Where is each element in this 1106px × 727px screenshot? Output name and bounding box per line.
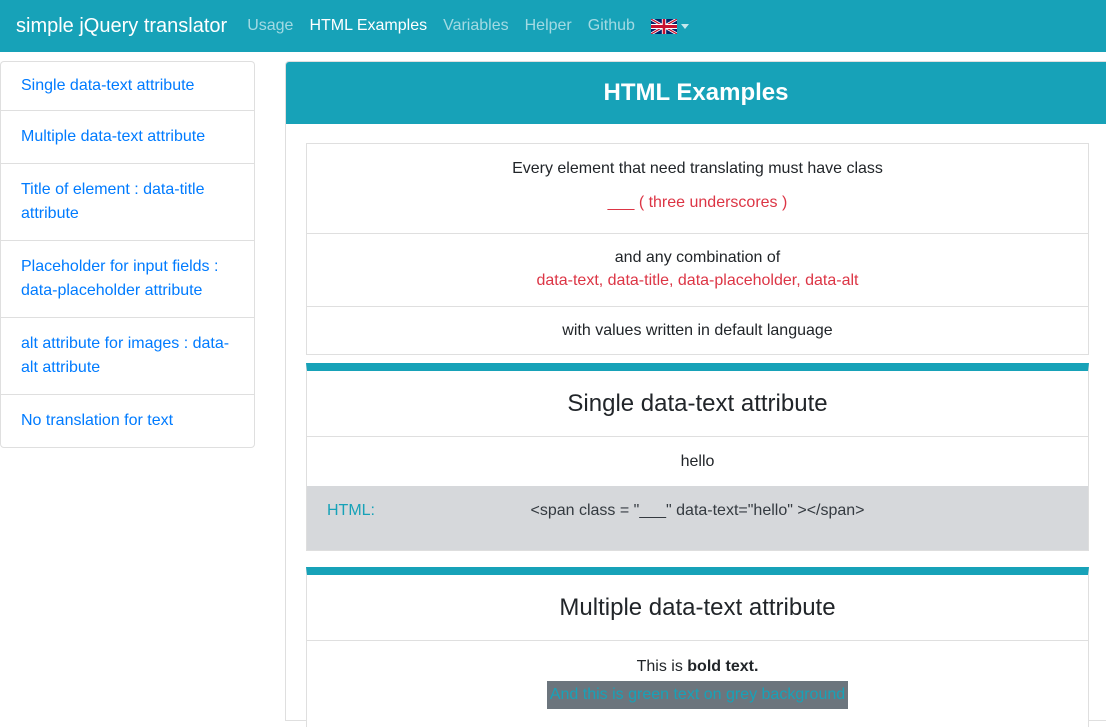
navbar-brand[interactable]: simple jQuery translator [16, 15, 227, 38]
chevron-down-icon [680, 24, 689, 29]
sidebar-item-data-alt[interactable]: alt attribute for images : data-alt attr… [0, 317, 255, 395]
sidebar-item-data-placeholder[interactable]: Placeholder for input fields : data-plac… [0, 240, 255, 318]
sidebar-item-single-data-text[interactable]: Single data-text attribute [0, 61, 255, 111]
sidebar-item-multiple-data-text[interactable]: Multiple data-text attribute [0, 110, 255, 164]
page-title: HTML Examples [286, 62, 1106, 124]
multiple-example: This is bold text. And this is green tex… [307, 641, 1088, 709]
sidebar: Single data-text attribute Multiple data… [0, 61, 255, 448]
intro-row-default-language: with values written in default language [307, 306, 1088, 354]
sidebar-item-label: Multiple data-text attribute [21, 128, 206, 145]
nav-helper[interactable]: Helper [517, 17, 580, 35]
intro-default-language-text: with values written in default language [562, 322, 833, 339]
sidebar-item-no-translation[interactable]: No translation for text [0, 394, 255, 448]
sidebar-item-label: Placeholder for input fields : data-plac… [21, 258, 219, 299]
multiple-example-green: And this is green text on grey backgroun… [546, 681, 849, 709]
sidebar-item-label: alt attribute for images : data-alt attr… [21, 335, 230, 376]
intro-row-class: Every element that need translating must… [307, 144, 1088, 233]
sidebar-item-label: Title of element : data-title attribute [21, 181, 205, 222]
single-section-title: Single data-text attribute [307, 371, 1088, 437]
sidebar-item-data-title[interactable]: Title of element : data-title attribute [0, 163, 255, 241]
nav-github[interactable]: Github [580, 17, 643, 35]
intro-attributes-list: data-text, data-title, data-placeholder,… [536, 272, 859, 289]
language-dropdown[interactable] [643, 18, 697, 34]
navbar: simple jQuery translator Usage HTML Exam… [0, 0, 1106, 52]
nav-variables[interactable]: Variables [435, 17, 517, 35]
intro-class-underscores: ___ ( three underscores ) [607, 194, 788, 211]
nav-usage[interactable]: Usage [239, 17, 301, 35]
single-html-row: HTML: <span class = "___" data-text="hel… [307, 486, 1088, 550]
nav-html-examples[interactable]: HTML Examples [301, 17, 435, 35]
intro-attributes-text: and any combination of [614, 249, 781, 266]
multiple-data-text-section: Multiple data-text attribute This is bol… [306, 567, 1089, 727]
sidebar-item-label: Single data-text attribute [21, 77, 195, 94]
sidebar-item-label: No translation for text [21, 412, 174, 429]
single-data-text-section: Single data-text attribute hello HTML: <… [306, 363, 1089, 551]
multiple-section-title: Multiple data-text attribute [307, 575, 1088, 641]
intro-row-attributes: and any combination of data-text, data-t… [307, 233, 1088, 306]
intro-box: Every element that need translating must… [306, 143, 1089, 355]
multiple-example-line: This is bold text. [307, 657, 1088, 677]
uk-flag-icon [650, 18, 677, 34]
intro-class-text: Every element that need translating must… [512, 160, 883, 177]
single-example: hello [307, 437, 1088, 486]
html-code: <span class = "___" data-text="hello" ><… [530, 502, 865, 519]
single-example-text: hello [680, 453, 715, 470]
multiple-example-bold: bold text. [687, 658, 759, 675]
multiple-example-prefix: This is [636, 658, 688, 675]
